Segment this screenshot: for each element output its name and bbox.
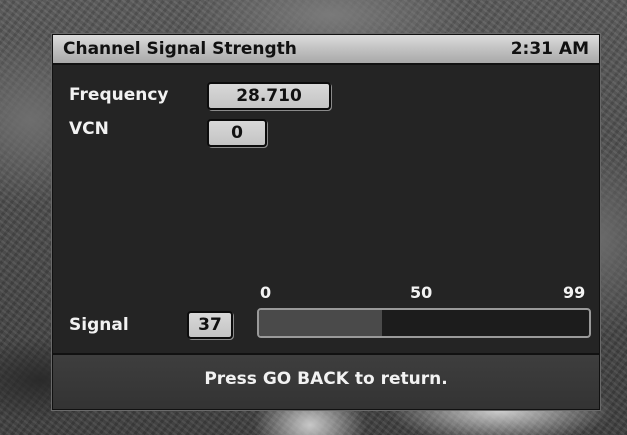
signal-scale-min: 0 [260,283,272,302]
vcn-label: VCN [69,119,109,139]
go-back-hint: Press GO BACK to return. [204,369,448,389]
signal-scale-max: 99 [563,283,586,302]
signal-strength-panel: Channel Signal Strength 2:31 AM Frequenc… [52,34,600,410]
signal-value: 37 [187,311,233,339]
signal-strength-fill [259,310,383,336]
frequency-label: Frequency [69,85,169,105]
signal-strength-meter [257,308,591,338]
frequency-value: 28.710 [207,82,331,110]
vcn-value: 0 [207,119,267,147]
signal-scale-mid: 50 [410,283,433,302]
panel-title: Channel Signal Strength [63,39,297,59]
clock-time: 2:31 AM [510,39,589,59]
footer-bar: Press GO BACK to return. [53,353,599,409]
title-bar: Channel Signal Strength 2:31 AM [53,35,599,65]
signal-label: Signal [69,315,129,335]
